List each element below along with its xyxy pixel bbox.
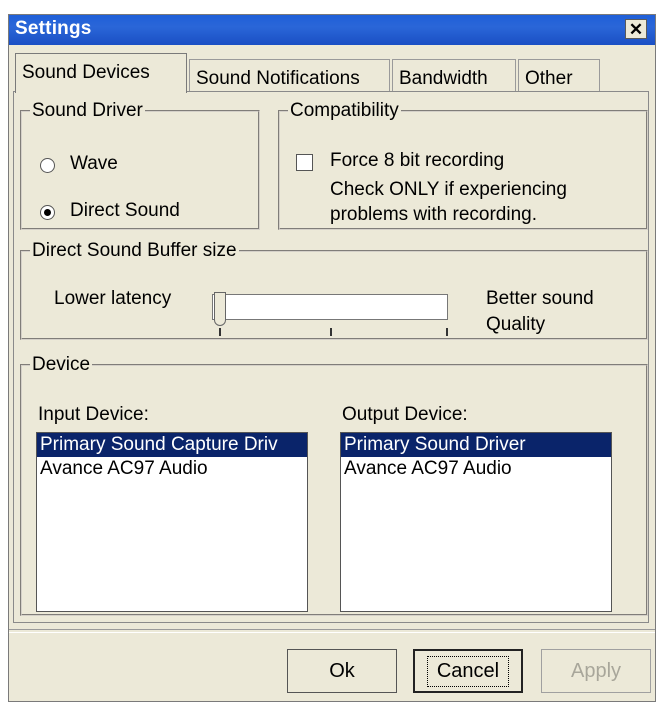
- output-device-list[interactable]: Primary Sound Driver Avance AC97 Audio: [340, 432, 612, 612]
- wave-radio[interactable]: [40, 158, 55, 173]
- tab-bandwidth[interactable]: Bandwidth: [392, 59, 516, 93]
- device-legend: Device: [32, 354, 91, 375]
- compatibility-legend: Compatibility: [290, 100, 399, 121]
- list-item[interactable]: Primary Sound Capture Driv: [37, 433, 307, 457]
- slider-tick: [446, 328, 448, 336]
- close-button[interactable]: ✕: [625, 19, 647, 39]
- ok-button[interactable]: Ok: [287, 649, 397, 693]
- compatibility-note-line2: problems with recording.: [330, 204, 537, 225]
- slider-tick: [219, 328, 221, 336]
- device-group: Device Input Device: Primary Sound Captu…: [20, 354, 648, 616]
- compatibility-group: Compatibility Force 8 bit recording Chec…: [278, 100, 648, 230]
- better-sound-label-line1: Better sound: [486, 288, 594, 309]
- apply-button[interactable]: Apply: [541, 649, 651, 693]
- window-title: Settings: [15, 18, 92, 39]
- list-item[interactable]: Primary Sound Driver: [341, 433, 611, 457]
- compatibility-note-line1: Check ONLY if experiencing: [330, 179, 567, 200]
- list-item[interactable]: Avance AC97 Audio: [37, 457, 307, 481]
- buffer-slider-thumb[interactable]: [214, 292, 226, 326]
- sound-devices-panel: Sound Driver Wave Direct Sound Compatibi…: [13, 91, 649, 623]
- divider: [9, 629, 655, 633]
- tab-sound-devices[interactable]: Sound Devices: [15, 53, 187, 93]
- tab-other[interactable]: Other: [518, 59, 600, 93]
- sound-driver-group: Sound Driver Wave Direct Sound: [20, 100, 260, 230]
- title-bar: Settings ✕: [9, 15, 655, 45]
- better-sound-label-line2: Quality: [486, 314, 546, 335]
- direct-sound-label[interactable]: Direct Sound: [70, 200, 180, 222]
- force-8bit-label[interactable]: Force 8 bit recording: [330, 150, 504, 172]
- buffer-size-group: Direct Sound Buffer size Lower latency B…: [20, 240, 648, 340]
- sound-driver-legend: Sound Driver: [32, 100, 143, 121]
- buffer-slider-track[interactable]: [212, 294, 448, 320]
- wave-label[interactable]: Wave: [70, 153, 118, 175]
- lower-latency-label: Lower latency: [54, 288, 172, 309]
- output-device-label: Output Device:: [342, 404, 468, 425]
- tab-sound-notifications[interactable]: Sound Notifications: [189, 59, 390, 93]
- direct-sound-radio[interactable]: [40, 205, 55, 220]
- input-device-list[interactable]: Primary Sound Capture Driv Avance AC97 A…: [36, 432, 308, 612]
- buffer-size-legend: Direct Sound Buffer size: [32, 240, 237, 261]
- list-item[interactable]: Avance AC97 Audio: [341, 457, 611, 481]
- cancel-button-label: Cancel: [426, 655, 510, 687]
- input-device-label: Input Device:: [38, 404, 149, 425]
- settings-dialog: Settings ✕ Sound Devices Sound Notificat…: [8, 14, 656, 702]
- close-icon: ✕: [628, 19, 644, 39]
- slider-tick: [330, 328, 332, 336]
- force-8bit-checkbox[interactable]: [296, 154, 313, 171]
- cancel-button[interactable]: Cancel: [413, 649, 523, 693]
